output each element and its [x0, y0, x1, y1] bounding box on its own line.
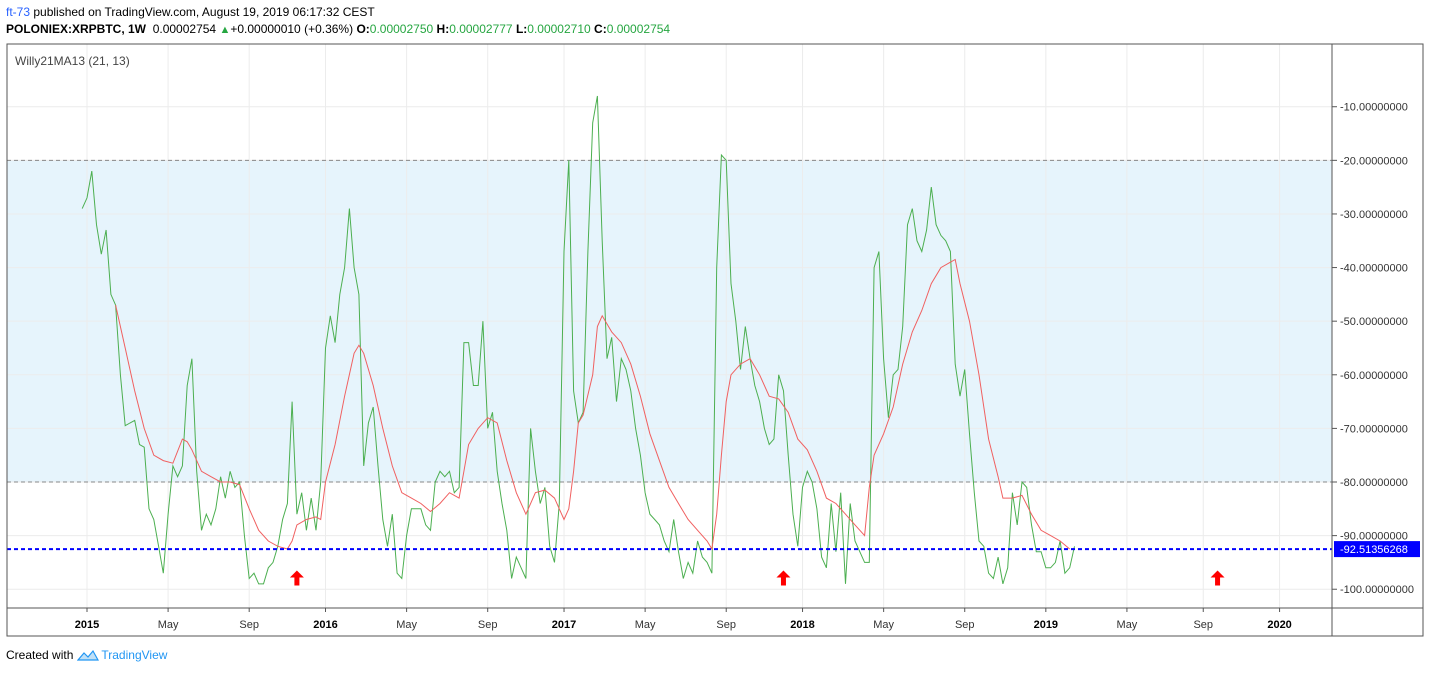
y-tick-label: -80.00000000: [1340, 477, 1408, 489]
y-tick-label: -60.00000000: [1340, 370, 1408, 382]
reference-value-label: -92.51356268: [1340, 544, 1408, 556]
indicator-label: Willy21MA13 (21, 13): [15, 54, 130, 68]
y-tick-label: -20.00000000: [1340, 155, 1408, 167]
x-tick-label: Sep: [716, 619, 736, 631]
y-tick-label: -10.00000000: [1340, 102, 1408, 114]
x-tick-label: May: [396, 619, 417, 631]
y-tick-label: -90.00000000: [1340, 531, 1408, 543]
y-tick-label: -70.00000000: [1340, 423, 1408, 435]
x-tick-label: 2016: [313, 619, 337, 631]
chart-area[interactable]: Willy21MA13 (21, 13) -10.00000000 -20.000…: [0, 0, 1430, 673]
x-tick-label: 2018: [790, 619, 814, 631]
x-tick-label: 2015: [75, 619, 99, 631]
x-tick-label: Sep: [239, 619, 259, 631]
footer: Created with TradingView: [6, 648, 167, 662]
y-tick-label: -50.00000000: [1340, 316, 1408, 328]
x-tick-label: Sep: [1193, 619, 1213, 631]
tradingview-link[interactable]: TradingView: [101, 648, 167, 662]
x-tick-label: Sep: [955, 619, 975, 631]
x-tick-label: 2017: [552, 619, 576, 631]
y-tick-label: -30.00000000: [1340, 209, 1408, 221]
x-tick-label: Sep: [478, 619, 498, 631]
y-tick-label: -100.00000000: [1340, 584, 1414, 596]
x-tick-label: May: [158, 619, 179, 631]
x-tick-label: May: [635, 619, 656, 631]
y-tick-label: -40.00000000: [1340, 263, 1408, 275]
x-tick-label: 2020: [1267, 619, 1291, 631]
x-tick-label: 2019: [1034, 619, 1058, 631]
x-tick-label: May: [1117, 619, 1138, 631]
created-with-text: Created with: [6, 648, 74, 662]
x-tick-label: May: [873, 619, 894, 631]
tradingview-logo-icon: [77, 649, 100, 661]
